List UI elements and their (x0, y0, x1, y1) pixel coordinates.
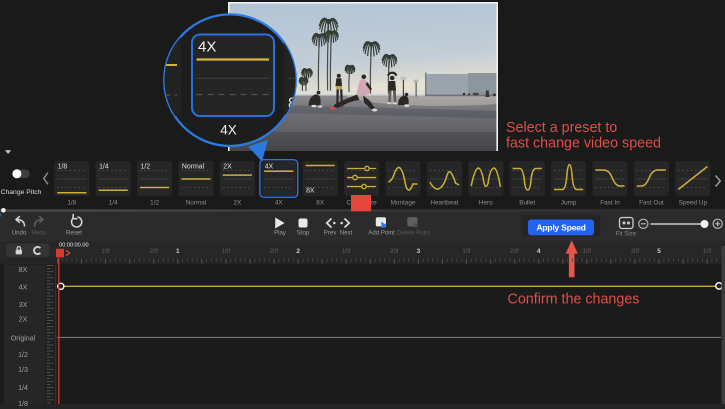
svg-text:1/2: 1/2 (18, 351, 28, 359)
svg-text:Fast In: Fast In (600, 200, 620, 207)
svg-text:Fast Out: Fast Out (639, 200, 664, 207)
svg-text:1/4: 1/4 (99, 164, 109, 171)
svg-text:10f: 10f (101, 249, 110, 255)
svg-text:3X: 3X (19, 301, 28, 309)
svg-text:10f: 10f (462, 249, 471, 255)
svg-text:8X: 8X (316, 200, 325, 207)
svg-text:10f: 10f (342, 249, 351, 255)
svg-text:4X: 4X (265, 164, 274, 171)
svg-text:1/8: 1/8 (67, 200, 76, 207)
svg-text:1/8: 1/8 (18, 400, 28, 408)
svg-text:Undo: Undo (12, 230, 27, 237)
svg-text:10f: 10f (703, 249, 712, 255)
svg-text:1/4: 1/4 (18, 384, 28, 392)
svg-text:Add Point: Add Point (368, 230, 395, 237)
svg-text:20f: 20f (631, 249, 640, 255)
svg-text:Change Pitch: Change Pitch (1, 189, 42, 196)
svg-text:Delete Point: Delete Point (397, 230, 431, 237)
svg-text:Heartbeat: Heartbeat (430, 200, 458, 207)
svg-text:Fit Size: Fit Size (616, 231, 637, 238)
svg-text:Next: Next (340, 230, 353, 237)
svg-text:1/4: 1/4 (109, 200, 118, 207)
svg-text:Original: Original (11, 334, 36, 342)
svg-text:Redo: Redo (32, 230, 47, 237)
svg-text:4X: 4X (198, 39, 216, 56)
svg-text:20f: 20f (510, 249, 519, 255)
svg-text:10f: 10f (222, 249, 231, 255)
svg-text:Hero: Hero (479, 200, 493, 207)
svg-text:4X: 4X (220, 123, 237, 138)
svg-text:Apply Speed: Apply Speed (536, 223, 585, 233)
svg-text:1: 1 (176, 248, 180, 255)
svg-text:2X: 2X (19, 315, 28, 323)
svg-text:1/3: 1/3 (18, 366, 28, 374)
svg-text:4X: 4X (275, 200, 284, 207)
svg-text:Normal: Normal (182, 164, 205, 171)
svg-text:5: 5 (657, 248, 661, 255)
svg-text:Montage: Montage (391, 200, 416, 207)
svg-text:Normal: Normal (186, 200, 207, 207)
svg-text:2: 2 (296, 248, 300, 255)
svg-text:8X: 8X (19, 266, 28, 274)
svg-text:fast change video speed: fast change video speed (506, 136, 661, 152)
svg-text:20f: 20f (390, 249, 399, 255)
svg-text:1/8: 1/8 (58, 164, 68, 171)
svg-text:Select a preset to: Select a preset to (506, 120, 617, 136)
svg-text:2X: 2X (223, 164, 232, 171)
svg-text:Stop: Stop (297, 230, 310, 237)
svg-text:20f: 20f (150, 249, 159, 255)
svg-text:Prev: Prev (324, 230, 337, 237)
svg-text:Play: Play (274, 230, 287, 237)
svg-text:20f: 20f (270, 249, 279, 255)
svg-text:Speed Up: Speed Up (679, 200, 708, 207)
svg-text:1/2: 1/2 (150, 200, 159, 207)
svg-text:8X: 8X (306, 188, 315, 195)
svg-text:10f: 10f (583, 249, 592, 255)
svg-text:00:00:00.00: 00:00:00.00 (59, 243, 89, 249)
svg-text:3: 3 (417, 248, 421, 255)
svg-text:Reset: Reset (66, 230, 82, 237)
svg-text:Confirm the changes: Confirm the changes (508, 292, 640, 308)
svg-text:4: 4 (537, 248, 541, 255)
svg-text:4X: 4X (19, 283, 28, 291)
svg-text:Jump: Jump (561, 200, 577, 207)
svg-text:2X: 2X (233, 200, 242, 207)
svg-text:Bullet: Bullet (519, 200, 535, 207)
svg-text:1/2: 1/2 (141, 164, 151, 171)
